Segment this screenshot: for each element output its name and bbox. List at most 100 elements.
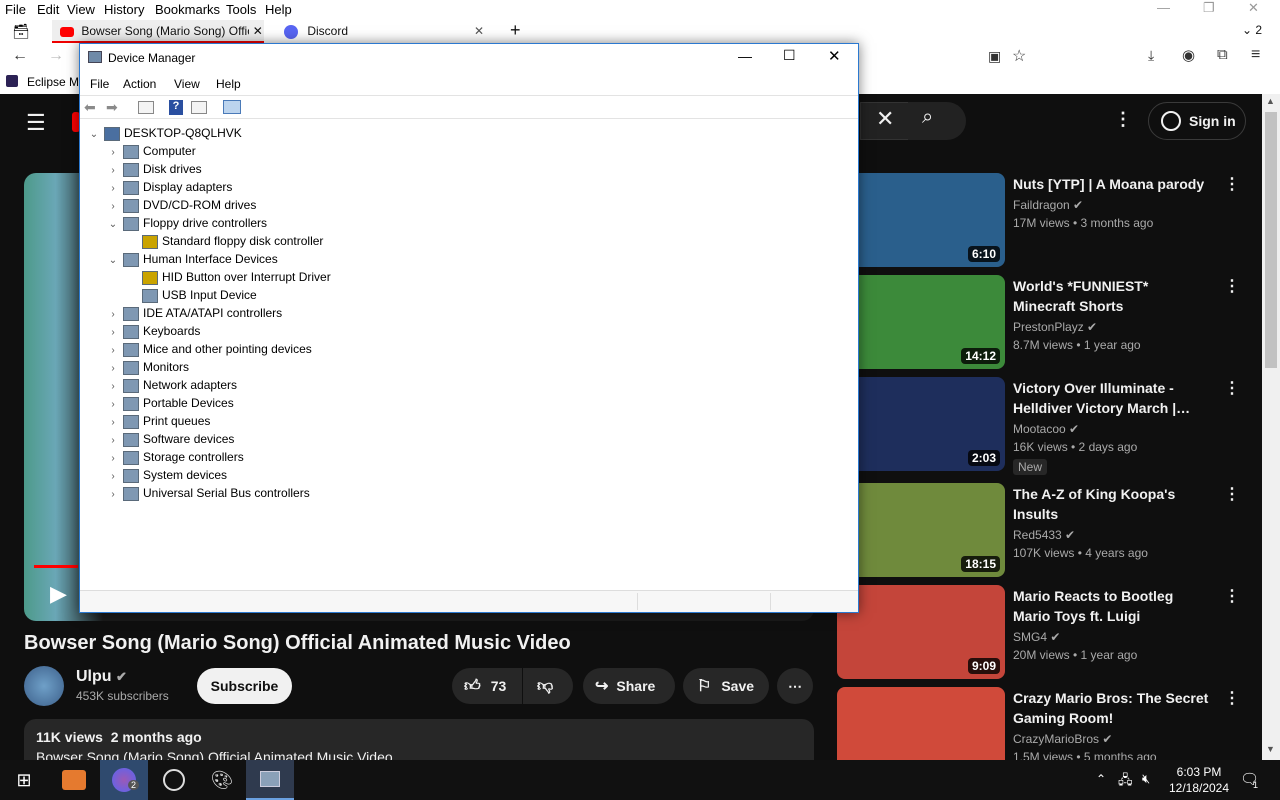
collapse-chevron-icon[interactable]: ⌄ xyxy=(88,126,100,144)
menu-tools[interactable]: Tools xyxy=(226,2,256,17)
tree-node[interactable]: › DVD/CD-ROM drives xyxy=(107,196,256,214)
channel-name[interactable]: CrazyMarioBros ✔ xyxy=(1013,732,1112,746)
dm-menu-file[interactable]: File xyxy=(90,77,109,91)
tab-youtube[interactable]: Bowser Song (Mario Song) Offic ✕ xyxy=(52,20,264,43)
tree-node[interactable]: ⌄ Human Interface Devices xyxy=(107,250,278,268)
taskbar-app-1[interactable] xyxy=(50,760,98,800)
downloads-icon[interactable]: ⤓ xyxy=(1148,47,1154,64)
collapse-chevron-icon[interactable]: ⌄ xyxy=(107,216,119,234)
video-thumbnail[interactable]: 9:09 xyxy=(837,585,1005,679)
tree-node[interactable]: › System devices xyxy=(107,466,227,484)
tree-node[interactable]: › Portable Devices xyxy=(107,394,234,412)
dm-menu-action[interactable]: Action xyxy=(123,77,156,91)
minimize-icon[interactable]: — xyxy=(1157,0,1170,15)
video-title[interactable]: Victory Over Illuminate - Helldiver Vict… xyxy=(1013,378,1213,418)
tab-close-icon[interactable]: ✕ xyxy=(474,20,484,43)
channel-name[interactable]: PrestonPlayz ✔ xyxy=(1013,320,1097,334)
clock[interactable]: 6:03 PM 12/18/2024 xyxy=(1164,764,1234,796)
video-thumbnail[interactable]: 18:15 xyxy=(837,483,1005,577)
tree-node[interactable]: › IDE ATA/ATAPI controllers xyxy=(107,304,282,322)
dislike-button[interactable]: 👎︎ xyxy=(523,668,573,704)
tree-node[interactable]: › Network adapters xyxy=(107,376,237,394)
page-scrollbar[interactable]: ▲ ▼ xyxy=(1262,94,1280,760)
tray-overflow-icon[interactable]: ⌃ xyxy=(1096,772,1106,786)
back-arrow-icon[interactable]: ⬅ xyxy=(84,99,96,116)
app-menu-icon[interactable]: ≡ xyxy=(1251,46,1260,64)
video-title[interactable]: World's *FUNNIEST* Minecraft Shorts xyxy=(1013,276,1213,316)
hamburger-menu-icon[interactable]: ☰ xyxy=(26,110,46,136)
start-button[interactable]: ⊞ xyxy=(0,760,48,800)
back-icon[interactable]: ← xyxy=(12,47,28,65)
taskbar-obs[interactable] xyxy=(150,760,198,800)
video-menu-icon[interactable]: ⋮ xyxy=(1224,691,1240,707)
channel-name[interactable]: Faildragon ✔ xyxy=(1013,198,1083,212)
network-icon[interactable]: 🖧︎ xyxy=(1118,771,1133,793)
tab-list-icon[interactable]: 🗃 xyxy=(12,23,30,40)
taskbar-firefox[interactable]: 2 xyxy=(100,760,148,800)
properties-icon[interactable] xyxy=(138,101,154,114)
scrollbar-thumb[interactable] xyxy=(1265,112,1277,368)
video-menu-icon[interactable]: ⋮ xyxy=(1224,589,1240,605)
tree-node[interactable]: HID Button over Interrupt Driver xyxy=(126,268,331,286)
tree-node[interactable]: ⌄ DESKTOP-Q8QLHVK xyxy=(88,124,242,142)
forward-arrow-icon[interactable]: ➡ xyxy=(106,99,118,116)
settings-kebab-icon[interactable]: ⋮ xyxy=(1114,109,1132,130)
title-bar[interactable]: Device Manager — ☐ ✕ xyxy=(80,44,858,72)
tree-node[interactable]: USB Input Device xyxy=(126,286,257,304)
tree-node[interactable]: › Print queues xyxy=(107,412,210,430)
share-button[interactable]: ↪ Share xyxy=(583,668,675,704)
menu-bookmarks[interactable]: Bookmarks xyxy=(155,2,220,17)
tree-node[interactable]: › Mice and other pointing devices xyxy=(107,340,312,358)
menu-file[interactable]: File xyxy=(5,2,26,17)
tree-node[interactable]: › Display adapters xyxy=(107,178,232,196)
help-icon[interactable]: ? xyxy=(169,100,183,115)
save-button[interactable]: ⚐ Save xyxy=(683,668,769,704)
clear-search-icon[interactable]: ✕ xyxy=(876,106,894,132)
video-menu-icon[interactable]: ⋮ xyxy=(1224,487,1240,503)
menu-help[interactable]: Help xyxy=(265,2,292,17)
video-menu-icon[interactable]: ⋮ xyxy=(1224,381,1240,397)
video-menu-icon[interactable]: ⋮ xyxy=(1224,279,1240,295)
restore-icon[interactable]: ❐ xyxy=(1203,0,1215,16)
video-title[interactable]: Crazy Mario Bros: The Secret Gaming Room… xyxy=(1013,688,1213,728)
taskbar-device-manager[interactable] xyxy=(246,760,294,800)
video-thumbnail[interactable]: 14:12 xyxy=(837,275,1005,369)
dm-menu-view[interactable]: View xyxy=(174,77,200,91)
menu-history[interactable]: History xyxy=(104,2,144,17)
close-icon[interactable]: ✕ xyxy=(1248,0,1259,16)
tree-node[interactable]: › Keyboards xyxy=(107,322,200,340)
video-title[interactable]: Mario Reacts to Bootleg Mario Toys ft. L… xyxy=(1013,586,1213,626)
scroll-down-icon[interactable]: ▼ xyxy=(1266,744,1275,754)
channel-name[interactable]: SMG4 ✔ xyxy=(1013,630,1060,644)
scroll-up-icon[interactable]: ▲ xyxy=(1266,96,1275,106)
menu-view[interactable]: View xyxy=(67,2,95,17)
tab-close-icon[interactable]: ✕ xyxy=(253,24,263,38)
sign-in-button[interactable]: Sign in xyxy=(1148,102,1246,140)
video-title[interactable]: Nuts [YTP] | A Moana parody xyxy=(1013,174,1213,194)
channel-name[interactable]: Mootacoo ✔ xyxy=(1013,422,1079,436)
dm-menu-help[interactable]: Help xyxy=(216,77,241,91)
progress-bar[interactable] xyxy=(34,565,78,568)
menu-edit[interactable]: Edit xyxy=(37,2,59,17)
expand-chevron-icon[interactable]: › xyxy=(107,486,119,504)
bookmark-star-icon[interactable]: ☆ xyxy=(1012,46,1026,66)
tree-node[interactable]: › Computer xyxy=(107,142,196,160)
like-button[interactable]: 👍︎ 73 xyxy=(452,668,522,704)
collapse-chevron-icon[interactable]: ⌄ xyxy=(107,252,119,270)
view-icon[interactable] xyxy=(191,101,207,114)
play-icon[interactable]: ▶ xyxy=(50,581,67,607)
tree-node[interactable]: Standard floppy disk controller xyxy=(126,232,323,250)
channel-name[interactable]: Red5433 ✔ xyxy=(1013,528,1075,542)
scan-hardware-icon[interactable] xyxy=(223,100,241,114)
account-icon[interactable]: ◉ xyxy=(1182,46,1195,64)
minimize-icon[interactable]: — xyxy=(738,48,752,64)
video-menu-icon[interactable]: ⋮ xyxy=(1224,177,1240,193)
close-icon[interactable]: ✕ xyxy=(828,47,841,65)
maximize-icon[interactable]: ☐ xyxy=(783,47,796,64)
tree-node[interactable]: › Universal Serial Bus controllers xyxy=(107,484,310,502)
video-thumbnail[interactable]: 2:03 xyxy=(837,377,1005,471)
forward-icon[interactable]: → xyxy=(48,47,64,65)
new-tab-icon[interactable]: + xyxy=(510,20,521,41)
tree-node[interactable]: ⌄ Floppy drive controllers xyxy=(107,214,267,232)
volume-muted-icon[interactable]: 🔇︎ xyxy=(1142,771,1150,787)
